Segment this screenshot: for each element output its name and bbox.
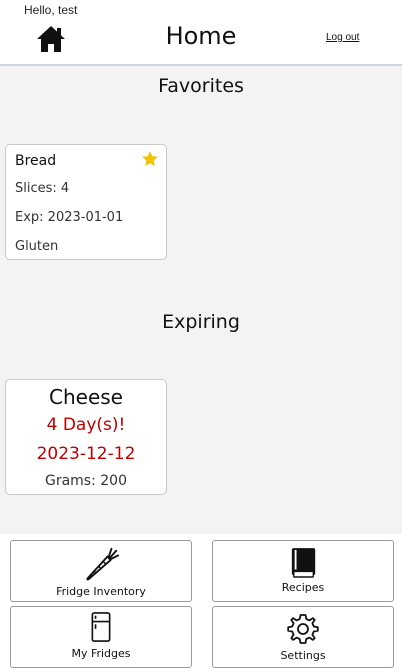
fridge-inventory-label: Fridge Inventory <box>56 585 146 598</box>
my-fridges-button[interactable]: My Fridges <box>10 606 192 668</box>
greeting-text: Hello, test <box>24 3 78 17</box>
bottom-navigation: Fridge Inventory Recipes My Fridges Sett… <box>0 534 402 668</box>
carrot-icon <box>86 547 120 581</box>
settings-button[interactable]: Settings <box>212 606 394 668</box>
star-icon[interactable] <box>141 150 159 168</box>
item-quantity: Grams: 200 <box>44 473 127 489</box>
item-name: Bread <box>15 153 57 169</box>
recipes-button[interactable]: Recipes <box>212 540 394 602</box>
expiring-heading: Expiring <box>162 311 240 333</box>
home-icon[interactable] <box>36 24 66 54</box>
expiring-item-card[interactable]: Cheese 4 Day(s)! 2023-12-12 Grams: 200 <box>5 379 167 495</box>
item-expiry: Exp: 2023-01-01 <box>15 210 124 225</box>
favorites-heading: Favorites <box>158 75 244 97</box>
logout-link[interactable]: Log out <box>326 32 359 43</box>
my-fridges-label: My Fridges <box>71 647 131 660</box>
book-icon <box>291 548 316 578</box>
fridge-icon <box>91 612 111 642</box>
item-quantity: Slices: 4 <box>15 181 70 196</box>
app-header: Hello, test Home Log out <box>0 0 402 66</box>
days-remaining: 4 Day(s)! <box>46 415 126 435</box>
recipes-label: Recipes <box>281 581 325 594</box>
settings-label: Settings <box>280 649 326 662</box>
expiry-date: 2023-12-12 <box>36 444 136 464</box>
favorite-item-card[interactable]: Bread Slices: 4 Exp: 2023-01-01 Gluten <box>5 144 167 260</box>
fridge-inventory-button[interactable]: Fridge Inventory <box>10 540 192 602</box>
item-name: Cheese <box>49 385 123 409</box>
gear-icon <box>287 614 319 644</box>
item-tag: Gluten <box>15 239 59 254</box>
